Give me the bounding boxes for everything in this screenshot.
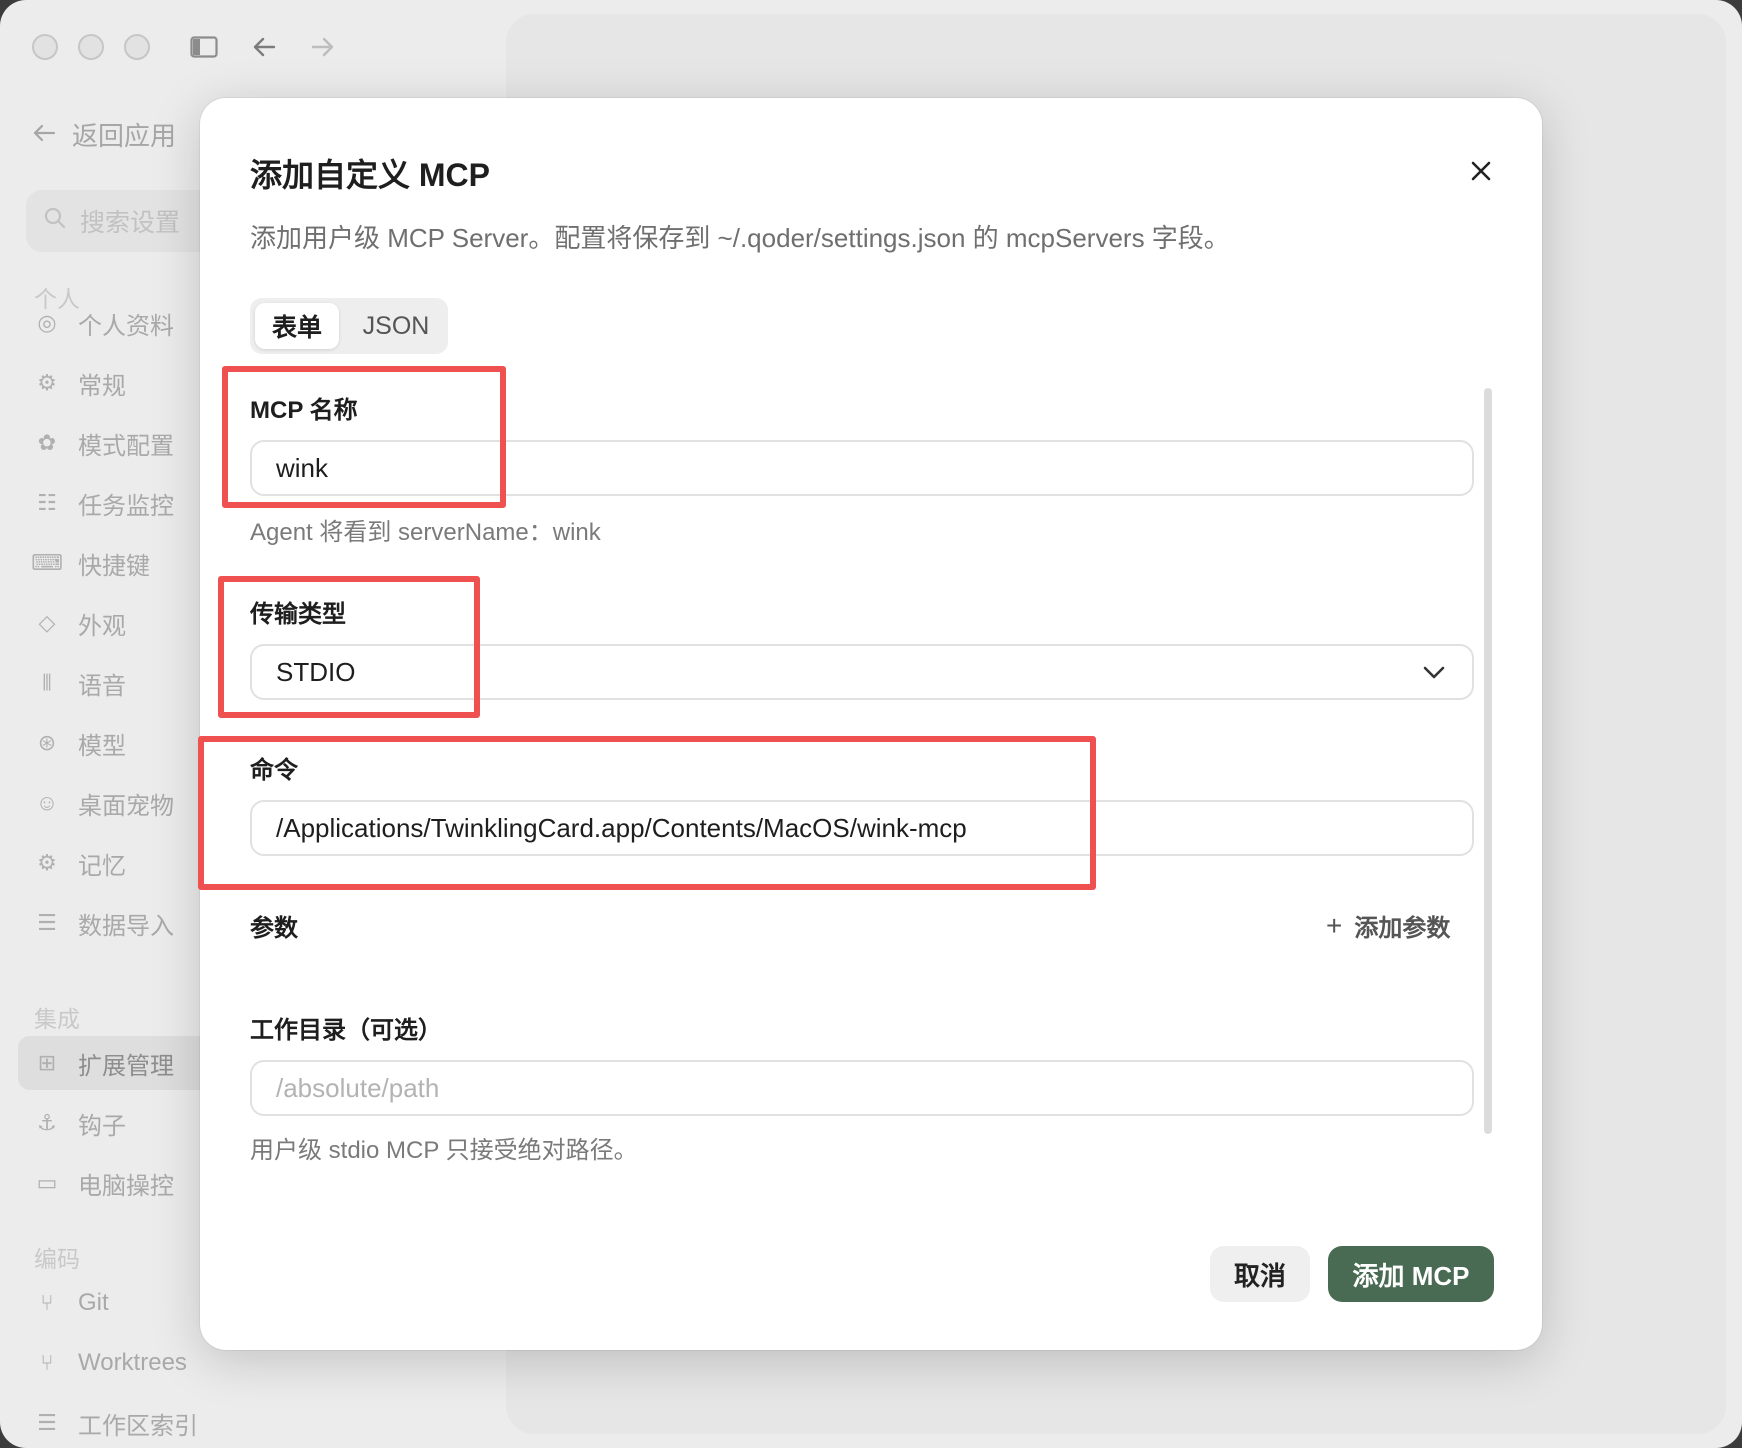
workdir-label: 工作目录（可选）	[250, 1017, 442, 1044]
close-icon[interactable]	[1464, 154, 1498, 188]
sidebar-item-voice[interactable]: ⦀ 语音	[18, 656, 218, 710]
user-circle-icon: ◎	[37, 310, 57, 335]
dialog-description: 添加用户级 MCP Server。配置将保存到 ~/.qoder/setting…	[250, 223, 1230, 253]
database-icon: ☰	[37, 910, 57, 935]
arrow-left-icon	[32, 119, 56, 150]
section-label-integration: 集成	[34, 1006, 80, 1032]
sidebar-item-general[interactable]: ⚙ 常规	[18, 356, 218, 410]
sidebar-item-hooks[interactable]: ⚓ 钩子	[18, 1096, 218, 1150]
section-label-coding: 编码	[34, 1246, 80, 1272]
window-minimize-control[interactable]	[78, 34, 104, 60]
monitor-icon: ▭	[36, 1170, 58, 1195]
back-to-app-link[interactable]: 返回应用	[32, 116, 176, 153]
model-icon: ⊛	[37, 730, 57, 755]
annotation-box-command	[198, 736, 1096, 890]
sidebar-item-desktop-pet[interactable]: ☺ 桌面宠物	[18, 776, 218, 830]
settings-sidebar: 返回应用 搜索设置 个人 ◎ 个人资料 ⚙ 常规 ✿ 模式配置 ☷ 任务监控 ⌨ 快捷键 …	[0, 80, 236, 1448]
arrow-right-icon[interactable]	[306, 30, 340, 64]
sidebar-item-workspace-index[interactable]: ☰ 工作区索引	[18, 1396, 218, 1448]
chevron-down-icon	[1420, 658, 1448, 686]
annotation-box-transport	[218, 576, 480, 718]
sidebar-item-shortcuts[interactable]: ⌨ 快捷键	[18, 536, 218, 590]
add-args-button[interactable]: + 添加参数	[1326, 908, 1450, 943]
mode-segmented-control: 表单 JSON	[250, 298, 448, 354]
gear-icon: ⚙	[37, 370, 57, 395]
add-mcp-dialog: 添加自定义 MCP 添加用户级 MCP Server。配置将保存到 ~/.qod…	[200, 98, 1542, 1350]
database-icon: ☰	[37, 1410, 57, 1435]
window-close-control[interactable]	[32, 34, 58, 60]
app-window: 返回应用 搜索设置 个人 ◎ 个人资料 ⚙ 常规 ✿ 模式配置 ☷ 任务监控 ⌨ 快捷键 …	[0, 0, 1742, 1448]
cancel-button[interactable]: 取消	[1210, 1246, 1310, 1302]
mcp-name-hint: Agent 将看到 serverName：wink	[250, 519, 601, 546]
waveform-icon: ⦀	[42, 670, 52, 695]
sidebar-item-task-monitor[interactable]: ☷ 任务监控	[18, 476, 218, 530]
window-zoom-control[interactable]	[124, 34, 150, 60]
search-icon	[44, 207, 66, 236]
add-mcp-button[interactable]: 添加 MCP	[1328, 1246, 1494, 1302]
tab-form[interactable]: 表单	[255, 303, 339, 349]
brain-icon: ⚙	[37, 850, 57, 875]
sidebar-item-profile[interactable]: ◎ 个人资料	[18, 296, 218, 350]
anchor-icon: ⚓	[37, 1110, 57, 1135]
sidebar-toggle-icon[interactable]	[187, 30, 221, 64]
sidebar-item-models[interactable]: ⊛ 模型	[18, 716, 218, 770]
branch-icon: ⑂	[40, 1290, 54, 1315]
sidebar-item-appearance[interactable]: ◇ 外观	[18, 596, 218, 650]
paint-bucket-icon: ◇	[38, 610, 56, 635]
sidebar-item-git[interactable]: ⑂ Git	[18, 1276, 218, 1330]
sidebar-item-computer-control[interactable]: ▭ 电脑操控	[18, 1156, 218, 1210]
pet-icon: ☺	[35, 790, 59, 815]
sidebar-item-extensions[interactable]: ⊞ 扩展管理	[18, 1036, 218, 1090]
sidebar-item-data-import[interactable]: ☰ 数据导入	[18, 896, 218, 950]
keyboard-icon: ⌨	[31, 550, 63, 575]
grid-icon: ⊞	[37, 1050, 57, 1075]
plus-icon: +	[1326, 909, 1343, 941]
fork-icon: ⑂	[40, 1350, 54, 1375]
search-placeholder: 搜索设置	[80, 209, 181, 237]
add-args-label: 添加参数	[1354, 915, 1451, 942]
annotation-box-name	[222, 366, 506, 508]
dialog-title: 添加自定义 MCP	[250, 157, 491, 193]
workdir-input[interactable]: /absolute/path	[250, 1060, 1474, 1116]
tab-json[interactable]: JSON	[350, 303, 442, 349]
sidebar-item-worktrees[interactable]: ⑂ Worktrees	[18, 1336, 218, 1390]
workdir-hint: 用户级 stdio MCP 只接受绝对路径。	[250, 1137, 638, 1164]
args-label: 参数	[250, 915, 298, 942]
arrow-left-icon[interactable]	[247, 30, 281, 64]
sidebar-item-memory[interactable]: ⚙ 记忆	[18, 836, 218, 890]
workdir-placeholder: /absolute/path	[276, 1072, 440, 1103]
sidebar-item-mode-config[interactable]: ✿ 模式配置	[18, 416, 218, 470]
palette-icon: ✿	[37, 430, 57, 455]
dialog-scrollbar[interactable]	[1484, 388, 1492, 1134]
checklist-icon: ☷	[37, 490, 57, 515]
back-link-label: 返回应用	[72, 121, 177, 151]
